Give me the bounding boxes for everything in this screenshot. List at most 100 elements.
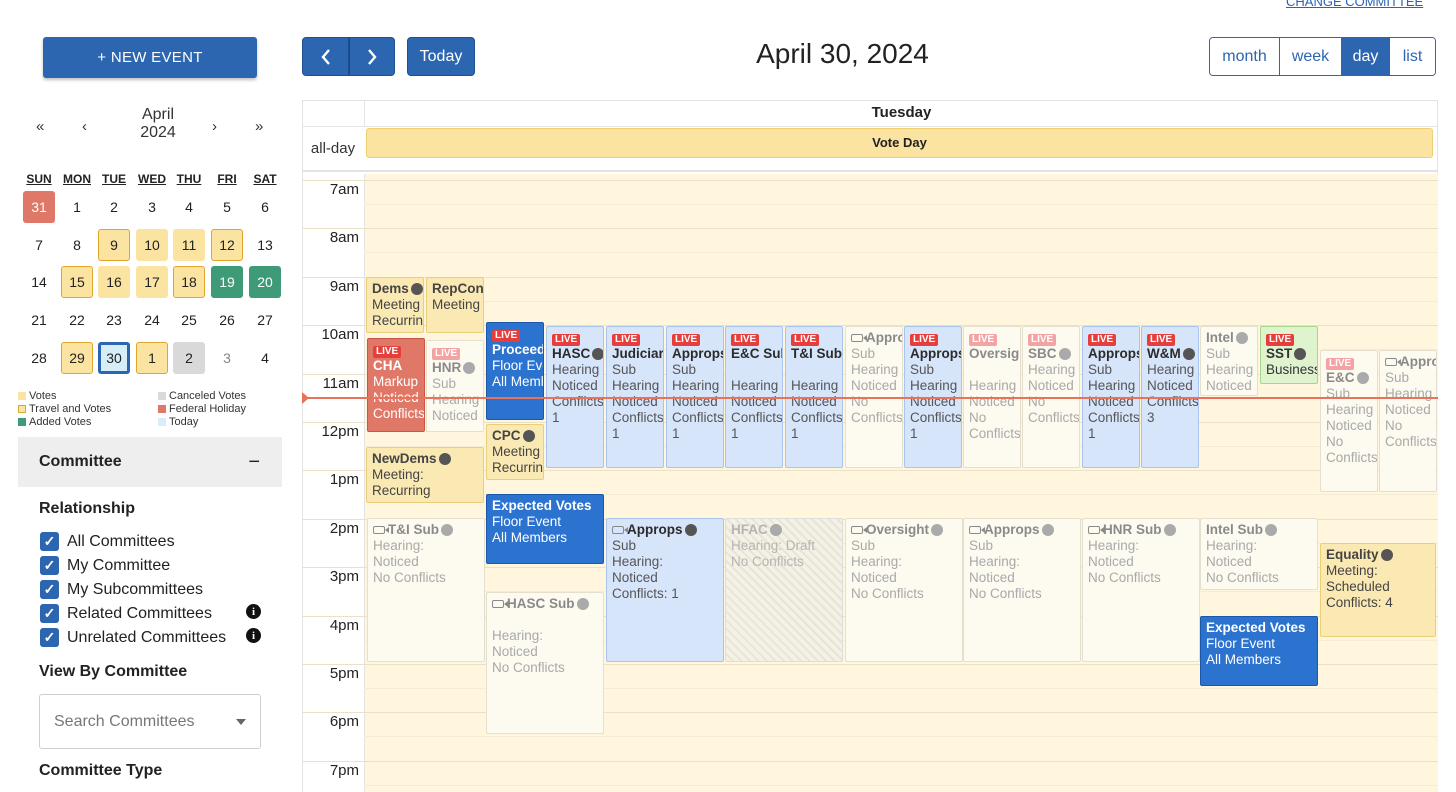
next-day-button[interactable] (349, 37, 395, 76)
mini-calendar-day[interactable]: 28 (23, 342, 55, 374)
mini-calendar-day[interactable]: 11 (173, 229, 205, 261)
mini-calendar-day[interactable]: 18 (173, 266, 205, 298)
calendar-event-repcon[interactable]: RepCon Meeting (426, 277, 484, 333)
mini-calendar-day[interactable]: 27 (249, 304, 281, 336)
mini-calendar-day[interactable]: 14 (23, 266, 55, 298)
calendar-event-cpc[interactable]: CPCMeetingRecurring (486, 424, 544, 480)
committee-panel-header[interactable]: Committee − (18, 437, 282, 487)
legend-label: Votes (29, 390, 57, 402)
prev-day-button[interactable] (302, 37, 349, 76)
mini-calendar-day[interactable]: 10 (136, 229, 168, 261)
mini-calendar-day[interactable]: 1 (136, 342, 168, 374)
committee-checkbox-row[interactable]: ✓ All Committees (40, 532, 175, 551)
calendar-event-expected1[interactable]: Expected Votes Floor Event All Members (486, 494, 604, 564)
mini-calendar-day[interactable]: 7 (23, 229, 55, 261)
committee-checkbox-row[interactable]: ✓ Related Committees (40, 604, 212, 623)
checkbox-checked-icon[interactable]: ✓ (40, 580, 59, 599)
mini-calendar-day[interactable]: 20 (249, 266, 281, 298)
view-by-committee-title: View By Committee (39, 663, 188, 680)
mini-calendar-day[interactable]: 2 (173, 342, 205, 374)
time-label: 1pm (329, 471, 359, 489)
calendar-event-ec2[interactable]: LIVE E&C Sub Hearing Noticed No Conflicts (1320, 350, 1378, 492)
mini-calendar-day[interactable]: 15 (61, 266, 93, 298)
new-event-button[interactable]: + NEW EVENT (43, 37, 257, 78)
checkbox-checked-icon[interactable]: ✓ (40, 628, 59, 647)
calendar-event-hfac[interactable]: HFAC Hearing: Draft No Conflicts (725, 518, 843, 662)
mini-calendar-day[interactable]: 3 (211, 342, 243, 374)
mini-calendar-day[interactable]: 6 (249, 191, 281, 223)
view-week-button[interactable]: week (1279, 38, 1341, 75)
event-text: No Conflicts (731, 554, 804, 569)
committee-checkbox-row[interactable]: ✓ Unrelated Committees (40, 628, 226, 647)
legend-item: Added Votes (18, 416, 91, 428)
event-text: Noticed (432, 408, 478, 423)
mini-calendar-day[interactable]: 13 (249, 229, 281, 261)
prev-month-button[interactable]: ‹ (82, 118, 87, 135)
info-icon[interactable]: i (246, 628, 261, 643)
calendar-event-cha[interactable]: LIVE CHA Markup Noticed Conflicts (367, 338, 425, 432)
mini-calendar-day[interactable]: 22 (61, 304, 93, 336)
checkbox-checked-icon[interactable]: ✓ (40, 556, 59, 575)
calendar-event-approps6[interactable]: Approps Sub Hearing: Noticed Conflicts: 1 (606, 518, 724, 662)
collapse-icon[interactable]: − (248, 451, 260, 474)
change-committee-link[interactable]: CHANGE COMMITTEE (1286, 0, 1423, 9)
checkbox-checked-icon[interactable]: ✓ (40, 604, 59, 623)
all-day-event[interactable]: Vote Day (366, 128, 1433, 158)
checkbox-label: Related Committees (67, 604, 212, 622)
mini-calendar-day[interactable]: 5 (211, 191, 243, 223)
calendar-event-hnr2[interactable]: HNR Sub Hearing: Noticed No Conflicts (1082, 518, 1200, 662)
info-icon[interactable]: i (246, 604, 261, 619)
calendar-event-dems[interactable]: DemsMeetingRecurring (366, 277, 424, 333)
mini-calendar-day[interactable]: 8 (61, 229, 93, 261)
today-button[interactable]: Today (407, 37, 475, 76)
mini-calendar-day[interactable]: 9 (98, 229, 130, 261)
event-text: W&M (1147, 346, 1181, 361)
mini-calendar-day[interactable]: 21 (23, 304, 55, 336)
event-text: CPC (492, 428, 521, 443)
mini-calendar-day[interactable]: 19 (211, 266, 243, 298)
time-label: 7am (329, 181, 359, 198)
mini-calendar-day[interactable]: 25 (173, 304, 205, 336)
mini-calendar-day[interactable]: 4 (249, 342, 281, 374)
mini-calendar-day[interactable]: 1 (61, 191, 93, 223)
mini-calendar-day[interactable]: 4 (173, 191, 205, 223)
committee-checkbox-row[interactable]: ✓ My Committee (40, 556, 170, 575)
mini-calendar-day[interactable]: 31 (23, 191, 55, 223)
calendar-event-intel1[interactable]: Intel Sub Hearing Noticed (1200, 326, 1258, 396)
mini-calendar-day[interactable]: 24 (136, 304, 168, 336)
mini-calendar-day[interactable]: 12 (211, 229, 243, 261)
checkbox-checked-icon[interactable]: ✓ (40, 532, 59, 551)
event-text: Conflicts: (672, 410, 724, 425)
next-month-button[interactable]: › (212, 118, 217, 135)
calendar-event-intel2[interactable]: Intel Sub Hearing: Noticed No Conflicts (1200, 518, 1318, 590)
view-list-button[interactable]: list (1389, 38, 1435, 75)
mini-calendar-day[interactable]: 3 (136, 191, 168, 223)
next-year-button[interactable]: » (255, 118, 263, 135)
mini-calendar-day[interactable]: 30 (98, 342, 130, 374)
calendar-event-ti2[interactable]: T&I Sub Hearing: Noticed No Conflicts (367, 518, 485, 662)
calendar-event-hnr1[interactable]: LIVE HNR Sub Hearing Noticed (426, 340, 484, 432)
mini-calendar-day[interactable]: 2 (98, 191, 130, 223)
calendar-event-expected2[interactable]: Expected Votes Floor Event All Members (1200, 616, 1318, 686)
calendar-event-equality[interactable]: Equality Meeting: Scheduled Conflicts: 4 (1320, 543, 1436, 637)
prev-year-button[interactable]: « (36, 118, 44, 135)
mini-calendar-day[interactable]: 29 (61, 342, 93, 374)
calendar-event-hasc2[interactable]: HASC Sub Hearing: Noticed No Conflicts (486, 592, 604, 734)
view-day-button[interactable]: day (1341, 38, 1389, 75)
calendar-event-sst[interactable]: LIVE SST Business (1260, 326, 1318, 384)
event-text: Hearing (1206, 362, 1254, 377)
calendar-event-approps7[interactable]: Approps Sub Hearing: Noticed No Conflicts (963, 518, 1081, 662)
committee-panel-title: Committee (39, 453, 122, 470)
calendar-event-approps5[interactable]: AppropsSubHearingNoticedNoConflicts (1379, 350, 1437, 492)
mini-calendar-day[interactable]: 17 (136, 266, 168, 298)
mini-calendar-day[interactable]: 26 (211, 304, 243, 336)
calendar-event-oversight2[interactable]: Oversight Sub Hearing: Noticed No Conflicts (845, 518, 963, 662)
committee-search-input[interactable]: Search Committees (39, 694, 261, 749)
mini-calendar-day[interactable]: 23 (98, 304, 130, 336)
committee-checkbox-row[interactable]: ✓ My Subcommittees (40, 580, 203, 599)
calendar-event-proceed[interactable]: LIVEProceedingsFloor EventAll Members (486, 322, 544, 420)
mini-calendar-day[interactable]: 16 (98, 266, 130, 298)
calendar-event-newdems[interactable]: NewDems Meeting: Recurring (366, 447, 484, 503)
view-month-button[interactable]: month (1210, 38, 1279, 75)
dropdown-arrow-icon[interactable] (236, 718, 246, 725)
